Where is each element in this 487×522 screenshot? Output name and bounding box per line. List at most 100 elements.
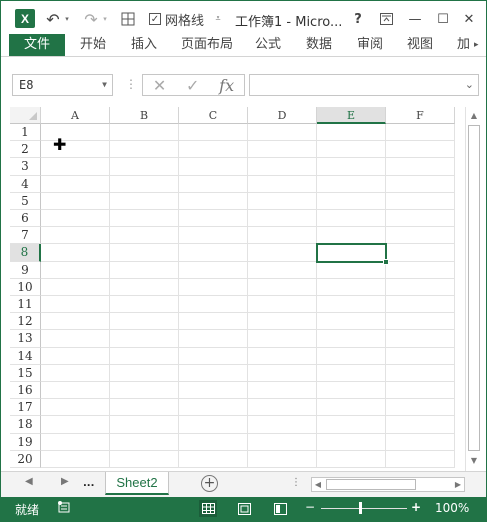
cell-f9[interactable] <box>386 261 455 279</box>
normal-view-button[interactable] <box>199 500 217 517</box>
cell-a4[interactable] <box>41 175 110 193</box>
cell-f19[interactable] <box>386 433 455 451</box>
cell-c20[interactable] <box>179 450 248 468</box>
cell-b17[interactable] <box>110 399 179 417</box>
cell-f13[interactable] <box>386 330 455 348</box>
cell-f11[interactable] <box>386 296 455 314</box>
borders-grid-icon[interactable] <box>119 9 137 29</box>
zoom-slider-knob[interactable] <box>359 502 362 514</box>
cell-f17[interactable] <box>386 399 455 417</box>
cell-b4[interactable] <box>110 175 179 193</box>
cell-d12[interactable] <box>248 313 317 331</box>
zoom-out-button[interactable]: − <box>305 500 315 514</box>
sheet-ellipsis-button[interactable]: ... <box>83 478 94 489</box>
cell-b9[interactable] <box>110 261 179 279</box>
cell-d7[interactable] <box>248 227 317 245</box>
cell-e13[interactable] <box>317 330 386 348</box>
row-header-4[interactable]: 4 <box>10 175 41 193</box>
vertical-scrollbar[interactable]: ▲ ▼ <box>465 107 482 471</box>
cell-a13[interactable] <box>41 330 110 348</box>
cell-f1[interactable] <box>386 124 455 142</box>
cell-b2[interactable] <box>110 141 179 159</box>
fill-handle[interactable] <box>383 258 389 265</box>
cell-c8[interactable] <box>179 244 248 262</box>
tab-home[interactable]: 开始 <box>80 34 106 56</box>
tab-page-layout[interactable]: 页面布局 <box>181 34 233 56</box>
cell-a2[interactable] <box>41 141 110 159</box>
cell-c15[interactable] <box>179 364 248 382</box>
cell-d17[interactable] <box>248 399 317 417</box>
row-header-11[interactable]: 11 <box>10 296 41 314</box>
tab-insert[interactable]: 插入 <box>131 34 157 56</box>
cell-e11[interactable] <box>317 296 386 314</box>
zoom-slider[interactable] <box>321 508 407 509</box>
formula-input[interactable]: ⌄ <box>249 74 479 96</box>
zoom-in-button[interactable]: + <box>411 500 421 514</box>
cell-d1[interactable] <box>248 124 317 142</box>
cell-c11[interactable] <box>179 296 248 314</box>
excel-logo-icon[interactable]: X <box>15 9 35 28</box>
cell-a5[interactable] <box>41 192 110 210</box>
cell-d20[interactable] <box>248 450 317 468</box>
expand-formula-bar-icon[interactable]: ⌄ <box>465 78 474 91</box>
cell-a15[interactable] <box>41 364 110 382</box>
cell-a7[interactable] <box>41 227 110 245</box>
column-header-c[interactable]: C <box>179 107 248 124</box>
cell-c10[interactable] <box>179 278 248 296</box>
column-header-f[interactable]: F <box>386 107 455 124</box>
cell-a12[interactable] <box>41 313 110 331</box>
worksheet-grid[interactable]: A B C D E F 1 2 3 4 5 6 7 8 9 10 11 12 13 14 15 16 17 18 19 20 <box>10 107 465 471</box>
cell-c18[interactable] <box>179 416 248 434</box>
tab-formulas[interactable]: 公式 <box>255 34 281 56</box>
cell-b11[interactable] <box>110 296 179 314</box>
cell-c6[interactable] <box>179 210 248 228</box>
cell-a3[interactable] <box>41 158 110 176</box>
cell-f20[interactable] <box>386 450 455 468</box>
cell-e18[interactable] <box>317 416 386 434</box>
tab-file[interactable]: 文件 <box>9 34 65 56</box>
sheet-next-icon[interactable]: ▶ <box>61 476 69 487</box>
row-header-20[interactable]: 20 <box>10 450 41 468</box>
cell-d9[interactable] <box>248 261 317 279</box>
cell-a14[interactable] <box>41 347 110 365</box>
row-header-13[interactable]: 13 <box>10 330 41 348</box>
name-box[interactable]: E8 ▼ <box>12 74 113 96</box>
macro-record-icon[interactable] <box>57 500 71 517</box>
cell-b12[interactable] <box>110 313 179 331</box>
cell-d19[interactable] <box>248 433 317 451</box>
column-header-e[interactable]: E <box>317 107 386 124</box>
row-header-2[interactable]: 2 <box>10 141 41 159</box>
selected-cell-e8[interactable] <box>316 243 387 263</box>
cell-f4[interactable] <box>386 175 455 193</box>
cell-d14[interactable] <box>248 347 317 365</box>
row-header-18[interactable]: 18 <box>10 416 41 434</box>
cell-f8[interactable] <box>386 244 455 262</box>
row-header-5[interactable]: 5 <box>10 192 41 210</box>
cell-c9[interactable] <box>179 261 248 279</box>
cell-a1[interactable] <box>41 124 110 142</box>
minimize-button[interactable]: — <box>405 9 425 29</box>
cell-d8[interactable] <box>248 244 317 262</box>
cell-e4[interactable] <box>317 175 386 193</box>
customize-qat-icon[interactable]: ⩡ <box>213 9 223 29</box>
cell-c19[interactable] <box>179 433 248 451</box>
cell-d11[interactable] <box>248 296 317 314</box>
cell-c4[interactable] <box>179 175 248 193</box>
cell-e20[interactable] <box>317 450 386 468</box>
cell-e2[interactable] <box>317 141 386 159</box>
tab-data[interactable]: 数据 <box>306 34 332 56</box>
scroll-up-icon[interactable]: ▲ <box>466 108 482 124</box>
row-header-19[interactable]: 19 <box>10 433 41 451</box>
cell-a10[interactable] <box>41 278 110 296</box>
cell-a16[interactable] <box>41 382 110 400</box>
cell-c3[interactable] <box>179 158 248 176</box>
row-header-17[interactable]: 17 <box>10 399 41 417</box>
horizontal-scroll-thumb[interactable] <box>326 479 416 490</box>
close-button[interactable]: ✕ <box>459 9 479 29</box>
cell-d3[interactable] <box>248 158 317 176</box>
undo-icon[interactable]: ↶ <box>45 9 61 29</box>
tab-view[interactable]: 视图 <box>407 34 433 56</box>
cell-f12[interactable] <box>386 313 455 331</box>
formula-bar-grip-icon[interactable]: ⋮ <box>125 77 137 91</box>
cell-f16[interactable] <box>386 382 455 400</box>
